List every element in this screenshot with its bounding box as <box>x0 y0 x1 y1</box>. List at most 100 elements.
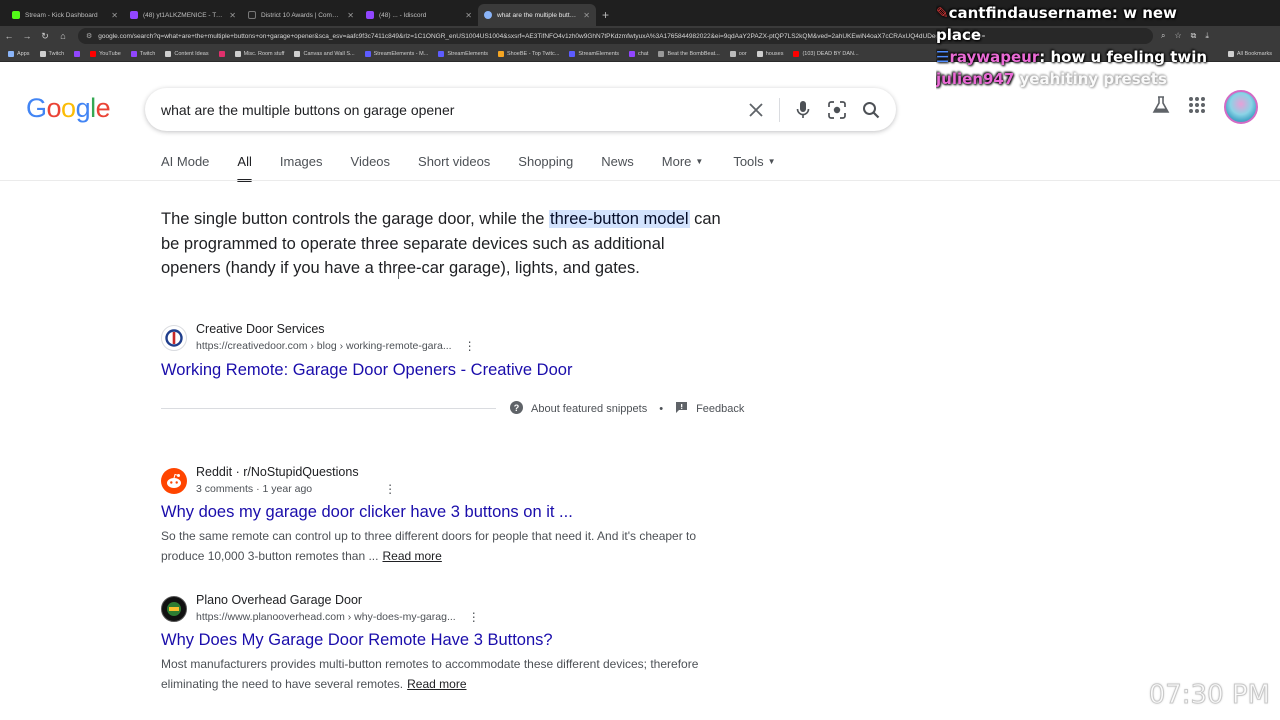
close-icon[interactable]: ✕ <box>347 11 354 20</box>
bookmark[interactable]: Twitch <box>39 50 64 57</box>
new-tab-button[interactable]: + <box>596 4 615 26</box>
twitch-icon <box>130 50 137 57</box>
tab-short-videos[interactable]: Short videos <box>418 154 490 169</box>
result-title-link[interactable]: Working Remote: Garage Door Openers - Cr… <box>161 361 572 380</box>
plano-overhead-logo-icon <box>161 595 187 622</box>
browser-tab-kick[interactable]: Stream - Kick Dashboard ✕ <box>6 4 124 26</box>
bookmark[interactable]: oor <box>729 50 747 57</box>
svg-text:?: ? <box>514 403 520 413</box>
bookmark[interactable] <box>74 50 81 57</box>
folder-icon <box>39 50 46 57</box>
tab-videos[interactable]: Videos <box>351 154 391 169</box>
tab-news[interactable]: News <box>601 154 634 169</box>
tab-title: (48) ... - Idiscord <box>379 11 427 19</box>
chat-message: place <box>936 26 982 44</box>
bookmark[interactable]: Beat the BombBeat... <box>658 50 720 57</box>
bookmark[interactable]: Content Ideas <box>165 50 209 57</box>
browser-tab-discord[interactable]: (48) ... - Idiscord ✕ <box>360 4 478 26</box>
tools-button[interactable]: Tools ▼ <box>733 154 775 169</box>
search-icon[interactable] <box>854 93 888 127</box>
bookmark[interactable]: houses <box>756 50 783 57</box>
tab-more[interactable]: More ▼ <box>662 154 704 169</box>
bookmark[interactable]: Twitch <box>130 50 155 57</box>
site-info-icon[interactable]: ⚙ <box>86 32 92 40</box>
close-icon[interactable]: ✕ <box>583 11 590 20</box>
browser-tab-google[interactable]: what are the multiple buttons o... ✕ <box>478 4 596 26</box>
district-icon <box>248 11 256 19</box>
bookmark[interactable]: Apps <box>8 50 30 57</box>
feedback-link[interactable]: Feedback <box>696 403 744 415</box>
help-icon: ? <box>510 401 523 417</box>
close-icon[interactable]: ✕ <box>111 11 118 20</box>
microphone-icon[interactable] <box>786 93 820 127</box>
result-source[interactable]: Reddit · r/NoStupidQuestions 3 comments … <box>161 465 396 496</box>
featured-snippet-footer: ? About featured snippets • Feedback <box>510 401 744 417</box>
bookmark[interactable]: StreamElements <box>438 50 488 57</box>
clear-icon[interactable] <box>739 93 773 127</box>
logo-letter: g <box>75 93 91 123</box>
text-cursor-icon <box>398 267 404 279</box>
apps-icon <box>8 50 14 57</box>
tools-label: Tools <box>733 154 764 169</box>
logo-letter: o <box>61 93 76 123</box>
chat-message: : w new <box>1111 4 1177 22</box>
bookmark[interactable]: StreamElements <box>569 50 619 57</box>
divider <box>161 408 496 409</box>
read-more-link[interactable]: Read more <box>382 549 441 563</box>
search-box[interactable]: what are the multiple buttons on garage … <box>145 88 896 131</box>
twitch-icon <box>629 50 636 57</box>
google-logo[interactable]: Google <box>26 93 111 124</box>
close-icon[interactable]: ✕ <box>229 11 236 20</box>
tab-title: (48) yt1ALKZMENICE - Twitch <box>143 11 226 19</box>
browser-tab-district[interactable]: District 10 Awards | Communit... ✕ <box>242 4 360 26</box>
snippet-highlight: three-button model <box>549 210 690 228</box>
result-title-link[interactable]: Why Does My Garage Door Remote Have 3 Bu… <box>161 631 553 650</box>
bookmark[interactable] <box>218 50 225 57</box>
bookmark[interactable]: YouTube <box>90 50 121 57</box>
logo-letter: o <box>46 93 62 123</box>
bookmark[interactable]: ShoeBE - Top Twitc... <box>498 50 559 57</box>
labs-flask-icon[interactable] <box>1152 95 1170 119</box>
tab-all[interactable]: All <box>237 154 253 182</box>
read-more-link[interactable]: Read more <box>407 677 466 691</box>
search-input[interactable]: what are the multiple buttons on garage … <box>161 102 739 118</box>
back-icon[interactable]: ← <box>0 31 18 41</box>
lens-icon[interactable] <box>820 93 854 127</box>
more-vert-icon[interactable]: ⋮ <box>468 610 480 624</box>
divider <box>779 97 780 122</box>
bookmark[interactable]: Misc. Room stuff <box>234 50 284 57</box>
tab-shopping[interactable]: Shopping <box>518 154 573 169</box>
kick-icon <box>12 11 20 19</box>
bookmark[interactable]: (103) DEAD BY DAN... <box>793 50 859 57</box>
reload-icon[interactable]: ↻ <box>36 31 54 42</box>
featured-source[interactable]: Creative Door Services https://creatived… <box>161 322 476 353</box>
folder-icon <box>756 50 763 57</box>
bookmark[interactable]: StreamElements - M... <box>364 50 428 57</box>
chat-badge-icon: ☰ <box>936 48 950 66</box>
chat-badge-icon: ✎ <box>936 4 949 22</box>
close-icon[interactable]: ✕ <box>465 11 472 20</box>
streamelements-icon <box>569 50 576 57</box>
folder-icon <box>234 50 241 57</box>
result-source[interactable]: Plano Overhead Garage Door https://www.p… <box>161 593 480 624</box>
url-text: google.com/search?q=what+are+the+multipl… <box>98 32 986 40</box>
result-title-link[interactable]: Why does my garage door clicker have 3 b… <box>161 503 573 522</box>
bookmark[interactable]: Canvas and Wall S... <box>294 50 355 57</box>
feedback-icon <box>675 401 688 417</box>
bookmark[interactable]: chat <box>629 50 648 57</box>
instagram-icon <box>218 50 225 57</box>
logo-letter: e <box>95 93 111 123</box>
about-featured-snippets-link[interactable]: About featured snippets <box>531 403 647 415</box>
search-tabs: AI Mode All Images Videos Short videos S… <box>161 154 776 182</box>
creative-door-logo-icon <box>161 324 187 351</box>
more-vert-icon[interactable]: ⋮ <box>464 339 476 353</box>
tab-ai-mode[interactable]: AI Mode <box>161 154 209 169</box>
more-vert-icon[interactable]: ⋮ <box>384 482 396 496</box>
avatar[interactable] <box>1224 90 1258 124</box>
home-icon[interactable]: ⌂ <box>54 31 72 41</box>
stream-clock: 07:30 PM <box>1148 680 1270 711</box>
browser-tab-twitch[interactable]: (48) yt1ALKZMENICE - Twitch ✕ <box>124 4 242 26</box>
tab-images[interactable]: Images <box>280 154 323 169</box>
forward-icon[interactable]: → <box>18 31 36 41</box>
apps-grid-icon[interactable] <box>1188 96 1206 119</box>
